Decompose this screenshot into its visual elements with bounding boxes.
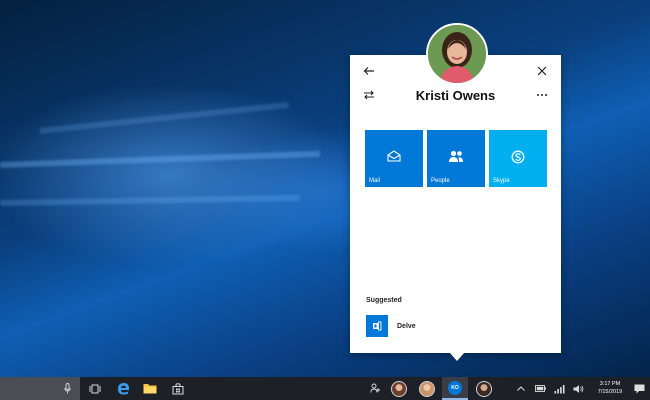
cortana-mic-button[interactable] xyxy=(58,377,76,400)
skype-icon xyxy=(511,150,525,164)
chevron-up-icon xyxy=(517,386,525,391)
file-explorer-button[interactable] xyxy=(141,377,159,400)
contact-avatar-small xyxy=(391,380,407,397)
contact-avatar-small xyxy=(419,380,435,397)
action-center-button[interactable] xyxy=(632,377,646,400)
people-bar-button[interactable] xyxy=(366,377,384,400)
pinned-contact-3[interactable] xyxy=(475,377,493,400)
panel-pointer xyxy=(449,352,465,361)
task-view-icon xyxy=(89,384,101,393)
suggested-heading: Suggested xyxy=(366,297,402,304)
pinned-contact-2[interactable] xyxy=(418,377,436,400)
tile-label: People xyxy=(431,178,450,184)
wallpaper-light-beam xyxy=(39,101,289,134)
contact-name: Kristi Owens xyxy=(415,88,496,103)
tile-mail[interactable]: Mail xyxy=(365,130,423,187)
contact-initials-avatar: KO xyxy=(448,380,462,395)
tile-label: Mail xyxy=(369,178,381,184)
show-hidden-icons-button[interactable] xyxy=(515,377,527,400)
network-button[interactable] xyxy=(552,377,566,400)
contact-avatar-small xyxy=(476,380,492,397)
speaker-icon xyxy=(573,384,583,393)
delve-app-button[interactable] xyxy=(366,315,388,337)
volume-button[interactable] xyxy=(571,377,585,400)
store-button[interactable] xyxy=(169,377,187,400)
contact-avatar xyxy=(426,23,488,85)
people-bar-icon xyxy=(369,383,380,393)
close-button[interactable] xyxy=(533,62,551,80)
wifi-icon xyxy=(554,384,564,393)
people-icon xyxy=(449,150,463,162)
delve-icon xyxy=(373,321,382,331)
wallpaper-light-beam xyxy=(0,150,320,168)
edge-icon xyxy=(117,383,129,395)
pinned-contact-active[interactable]: KO xyxy=(442,377,468,400)
close-icon xyxy=(537,66,547,76)
pinned-contact-1[interactable] xyxy=(390,377,408,400)
back-arrow-icon xyxy=(363,67,374,75)
microphone-icon xyxy=(63,383,71,394)
tile-label: Skype xyxy=(493,178,510,184)
back-button[interactable] xyxy=(360,62,378,80)
clock-time: 3:17 PM xyxy=(599,381,621,387)
tile-people[interactable]: People xyxy=(427,130,485,187)
suggested-app-label[interactable]: Delve xyxy=(397,323,416,330)
notification-icon xyxy=(634,384,644,393)
mail-icon xyxy=(387,150,401,162)
battery-icon xyxy=(534,385,546,392)
battery-button[interactable] xyxy=(533,377,547,400)
tile-skype[interactable]: Skype xyxy=(489,130,547,187)
edge-browser-button[interactable] xyxy=(114,377,132,400)
system-clock[interactable]: 3:17 PM 7/15/2019 xyxy=(592,380,628,396)
task-view-button[interactable] xyxy=(86,377,104,400)
wallpaper-light-beam xyxy=(0,194,301,206)
store-icon xyxy=(172,382,184,394)
file-explorer-icon xyxy=(143,384,157,394)
clock-date: 7/15/2019 xyxy=(597,389,623,395)
